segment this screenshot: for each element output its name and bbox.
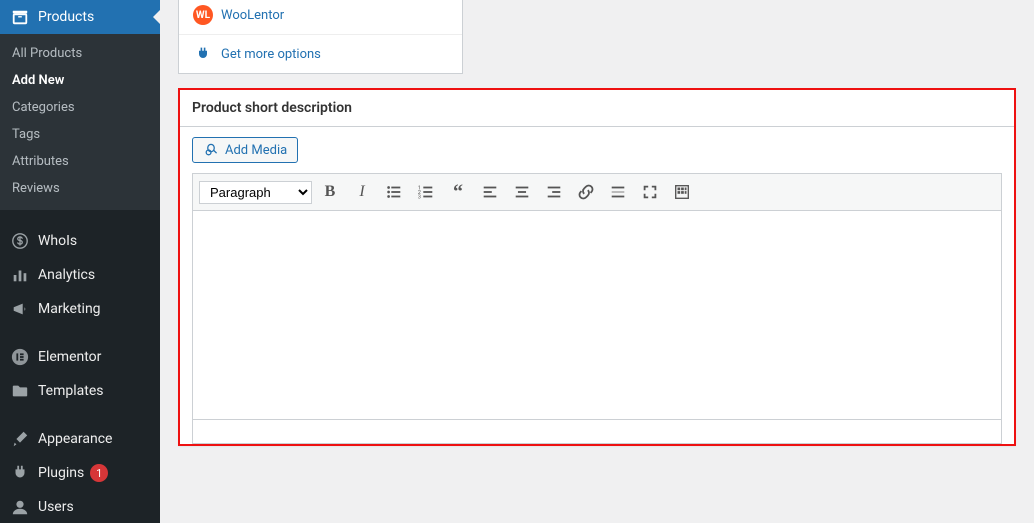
sidebar-item-templates[interactable]: Templates [0, 374, 160, 408]
align-center-button[interactable] [508, 178, 536, 206]
sidebar-item-marketing[interactable]: Marketing [0, 292, 160, 326]
sidebar-item-whois[interactable]: WhoIs [0, 224, 160, 258]
builder-option-label: WooLentor [221, 8, 284, 23]
brush-icon [10, 430, 30, 448]
dollar-icon [10, 232, 30, 250]
update-count-badge: 1 [90, 464, 108, 482]
align-left-button[interactable] [476, 178, 504, 206]
admin-sidebar: Products All Products Add New Categories… [0, 0, 160, 523]
insert-more-button[interactable] [604, 178, 632, 206]
sidebar-item-label: Analytics [38, 267, 95, 283]
fullscreen-button[interactable] [636, 178, 664, 206]
submenu-reviews[interactable]: Reviews [0, 175, 160, 202]
user-icon [10, 498, 30, 516]
sidebar-item-label: Users [38, 499, 74, 515]
media-icon [203, 142, 219, 158]
add-media-label: Add Media [225, 143, 287, 158]
submenu-attributes[interactable]: Attributes [0, 148, 160, 175]
editor-status-bar [192, 420, 1002, 444]
sidebar-item-plugins[interactable]: Plugins 1 [0, 456, 160, 490]
blockquote-button[interactable]: “ [444, 178, 472, 206]
svg-text:3: 3 [418, 194, 421, 200]
sidebar-item-label: WhoIs [38, 233, 77, 249]
megaphone-icon [10, 300, 30, 318]
submenu-tags[interactable]: Tags [0, 121, 160, 148]
sidebar-item-label: Plugins [38, 465, 84, 481]
italic-button[interactable]: I [348, 178, 376, 206]
sidebar-item-analytics[interactable]: Analytics [0, 258, 160, 292]
plug-small-icon [193, 44, 213, 64]
format-select[interactable]: Paragraph [199, 181, 312, 204]
builder-options-box: WL WooLentor Get more options [178, 0, 463, 74]
sidebar-item-users[interactable]: Users [0, 490, 160, 523]
number-list-button[interactable]: 123 [412, 178, 440, 206]
short-description-metabox: Product short description Add Media Para… [178, 88, 1016, 446]
sidebar-item-label: Templates [38, 383, 104, 399]
sidebar-item-appearance[interactable]: Appearance [0, 422, 160, 456]
submenu-add-new[interactable]: Add New [0, 67, 160, 94]
sidebar-item-label: Products [38, 9, 94, 25]
plug-icon [10, 464, 30, 482]
builder-option-woolentor[interactable]: WL WooLentor [179, 0, 462, 34]
bold-button[interactable]: B [316, 178, 344, 206]
link-button[interactable] [572, 178, 600, 206]
sidebar-item-label: Appearance [38, 431, 112, 447]
align-right-button[interactable] [540, 178, 568, 206]
elementor-icon [10, 348, 30, 366]
sidebar-item-label: Marketing [38, 301, 101, 317]
bullet-list-button[interactable] [380, 178, 408, 206]
sidebar-item-elementor[interactable]: Elementor [0, 340, 160, 374]
archive-icon [10, 8, 30, 26]
submenu-categories[interactable]: Categories [0, 94, 160, 121]
submenu-all-products[interactable]: All Products [0, 40, 160, 67]
toolbar-toggle-button[interactable] [668, 178, 696, 206]
bar-chart-icon [10, 266, 30, 284]
folder-icon [10, 382, 30, 400]
builder-option-label: Get more options [221, 47, 321, 62]
sidebar-item-products[interactable]: Products [0, 0, 160, 34]
editor-toolbar: Paragraph B I 123 “ [192, 173, 1002, 210]
builder-option-more[interactable]: Get more options [179, 34, 462, 73]
woolentor-icon: WL [193, 5, 213, 25]
sidebar-item-label: Elementor [38, 349, 101, 365]
main-content: WL WooLentor Get more options Product sh… [160, 0, 1034, 523]
metabox-title: Product short description [180, 90, 1014, 127]
products-submenu: All Products Add New Categories Tags Att… [0, 34, 160, 210]
add-media-button[interactable]: Add Media [192, 137, 298, 163]
editor-content-area[interactable] [192, 210, 1002, 420]
